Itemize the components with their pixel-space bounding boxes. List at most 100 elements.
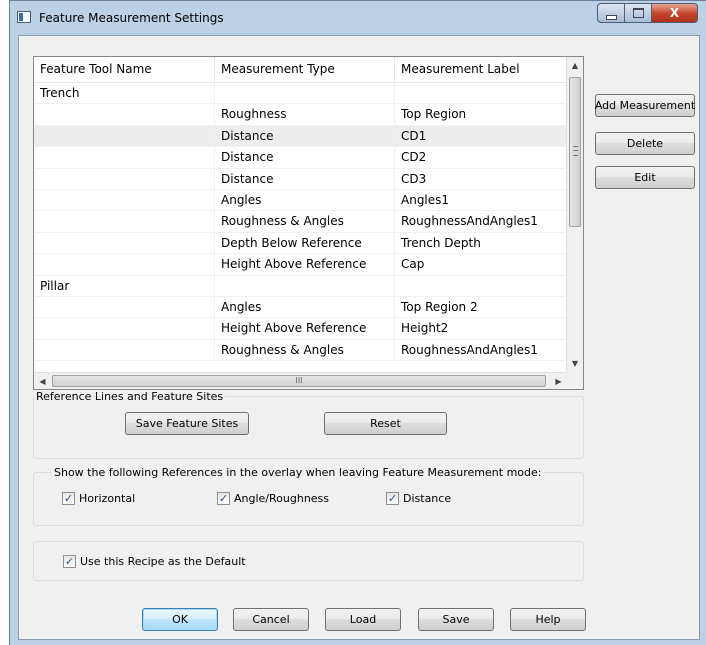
table-row[interactable]: Angles Top Region 2 (34, 296, 567, 319)
scroll-down-arrow-icon[interactable]: ▼ (567, 355, 583, 372)
checkbox-check-icon: ✓ (386, 492, 399, 505)
cell-measurement-type: Distance (215, 125, 395, 147)
checkbox-check-icon: ✓ (217, 492, 230, 505)
cell-tool-name (34, 147, 215, 168)
cell-measurement-type: Roughness & Angles (215, 339, 395, 361)
scroll-up-arrow-icon[interactable]: ▲ (567, 57, 583, 74)
cell-tool-name (34, 104, 215, 125)
list-header: Feature Tool Name Measurement Type Measu… (34, 57, 567, 83)
grip-icon (573, 146, 578, 156)
cell-measurement-label: CD1 (395, 125, 567, 147)
cell-measurement-label (395, 83, 567, 104)
horizontal-checkbox-label: Horizontal (79, 492, 136, 505)
scroll-left-arrow-icon[interactable]: ◀ (34, 373, 51, 389)
cell-measurement-label: Angles1 (395, 189, 567, 211)
cell-tool-name: Pillar (34, 275, 215, 296)
cell-measurement-type (215, 83, 395, 104)
column-header-measurement-type[interactable]: Measurement Type (215, 57, 395, 82)
dialog-client-area: Feature Tool Name Measurement Type Measu… (18, 35, 700, 640)
checkbox-check-icon: ✓ (63, 555, 76, 568)
distance-checkbox[interactable]: ✓ Distance (386, 492, 451, 505)
column-header-measurement-label[interactable]: Measurement Label (395, 57, 567, 82)
use-default-recipe-checkbox[interactable]: ✓ Use this Recipe as the Default (63, 555, 246, 568)
add-measurement-button[interactable]: Add Measurement (595, 94, 695, 117)
table-row[interactable]: Distance CD3 (34, 168, 567, 190)
title-bar[interactable]: Feature Measurement Settings X (10, 1, 706, 35)
scrollbar-corner (566, 372, 583, 389)
vertical-scroll-thumb[interactable] (569, 77, 581, 227)
measurement-list[interactable]: Feature Tool Name Measurement Type Measu… (33, 56, 584, 390)
column-header-tool-name[interactable]: Feature Tool Name (34, 57, 215, 82)
reset-button[interactable]: Reset (324, 412, 447, 435)
save-feature-sites-button[interactable]: Save Feature Sites (125, 412, 249, 435)
help-button[interactable]: Help (510, 608, 586, 631)
load-button[interactable]: Load (325, 608, 401, 631)
horizontal-scrollbar[interactable]: ◀ III ▶ (34, 372, 567, 389)
cell-measurement-type: Distance (215, 168, 395, 189)
scroll-right-arrow-icon[interactable]: ▶ (550, 373, 567, 389)
cell-measurement-label: Top Region 2 (395, 296, 567, 318)
cell-measurement-label: Cap (395, 254, 567, 275)
horizontal-scroll-thumb[interactable]: III (52, 375, 546, 387)
cell-measurement-label (395, 275, 567, 296)
cell-measurement-label: Height2 (395, 318, 567, 339)
cancel-button[interactable]: Cancel (233, 608, 309, 631)
window-title: Feature Measurement Settings (39, 11, 224, 25)
ok-button[interactable]: OK (142, 608, 218, 631)
cell-measurement-label: CD2 (395, 147, 567, 168)
save-button[interactable]: Save (418, 608, 494, 631)
reference-lines-group (33, 396, 584, 459)
cell-measurement-type: Depth Below Reference (215, 232, 395, 254)
window-app-icon[interactable] (17, 11, 31, 23)
cell-measurement-type: Angles (215, 189, 395, 211)
cell-tool-name (34, 211, 215, 232)
close-button[interactable]: X (651, 3, 698, 23)
edit-button[interactable]: Edit (595, 166, 695, 189)
cell-measurement-label: Top Region (395, 104, 567, 125)
table-row[interactable]: Angles Angles1 (34, 189, 567, 212)
table-row[interactable]: Roughness & Angles RoughnessAndAngles1 (34, 211, 567, 233)
table-row[interactable]: Distance CD1 (34, 125, 567, 148)
cell-tool-name (34, 296, 215, 318)
cell-measurement-type: Distance (215, 147, 395, 168)
table-row[interactable]: Height Above Reference Height2 (34, 318, 567, 340)
cell-tool-name: Trench (34, 83, 215, 104)
table-row[interactable]: Roughness & Angles RoughnessAndAngles1 (34, 339, 567, 362)
cell-measurement-label: CD3 (395, 168, 567, 189)
reference-lines-group-label: Reference Lines and Feature Sites (34, 390, 226, 403)
maximize-button[interactable] (624, 3, 651, 23)
table-row[interactable]: Roughness Top Region (34, 104, 567, 126)
cell-tool-name (34, 318, 215, 339)
table-row[interactable]: Distance CD2 (34, 147, 567, 169)
cell-measurement-label: Trench Depth (395, 232, 567, 254)
overlay-references-group-label: Show the following References in the ove… (52, 466, 544, 479)
cell-tool-name (34, 125, 215, 147)
maximize-icon (632, 8, 644, 18)
cell-measurement-type: Angles (215, 296, 395, 318)
cell-measurement-type: Height Above Reference (215, 254, 395, 275)
cell-tool-name (34, 168, 215, 189)
angle-roughness-checkbox-label: Angle/Roughness (234, 492, 330, 505)
table-row[interactable]: Height Above Reference Cap (34, 254, 567, 276)
cell-measurement-type: Roughness (215, 104, 395, 125)
use-default-recipe-label: Use this Recipe as the Default (80, 555, 246, 568)
cell-measurement-type: Roughness & Angles (215, 211, 395, 232)
cell-tool-name (34, 232, 215, 254)
table-row[interactable]: Pillar (34, 275, 567, 297)
cell-measurement-type (215, 275, 395, 296)
checkbox-check-icon: ✓ (62, 492, 75, 505)
table-row[interactable]: Trench (34, 83, 567, 105)
minimize-icon (605, 14, 617, 20)
cell-measurement-label: RoughnessAndAngles1 (395, 339, 567, 361)
minimize-button[interactable] (597, 3, 624, 23)
horizontal-checkbox[interactable]: ✓ Horizontal (62, 492, 135, 505)
angle-roughness-checkbox[interactable]: ✓ Angle/Roughness (217, 492, 329, 505)
vertical-scrollbar[interactable]: ▲ ▼ (566, 57, 583, 372)
table-row[interactable]: Depth Below Reference Trench Depth (34, 232, 567, 255)
cell-tool-name (34, 339, 215, 361)
cell-tool-name (34, 189, 215, 211)
list-rows: Trench Roughness Top Region Distance CD1 Dist… (34, 83, 567, 362)
delete-button[interactable]: Delete (595, 132, 695, 155)
close-icon: X (669, 6, 680, 20)
dialog-window: Feature Measurement Settings X Feature T… (9, 0, 706, 645)
